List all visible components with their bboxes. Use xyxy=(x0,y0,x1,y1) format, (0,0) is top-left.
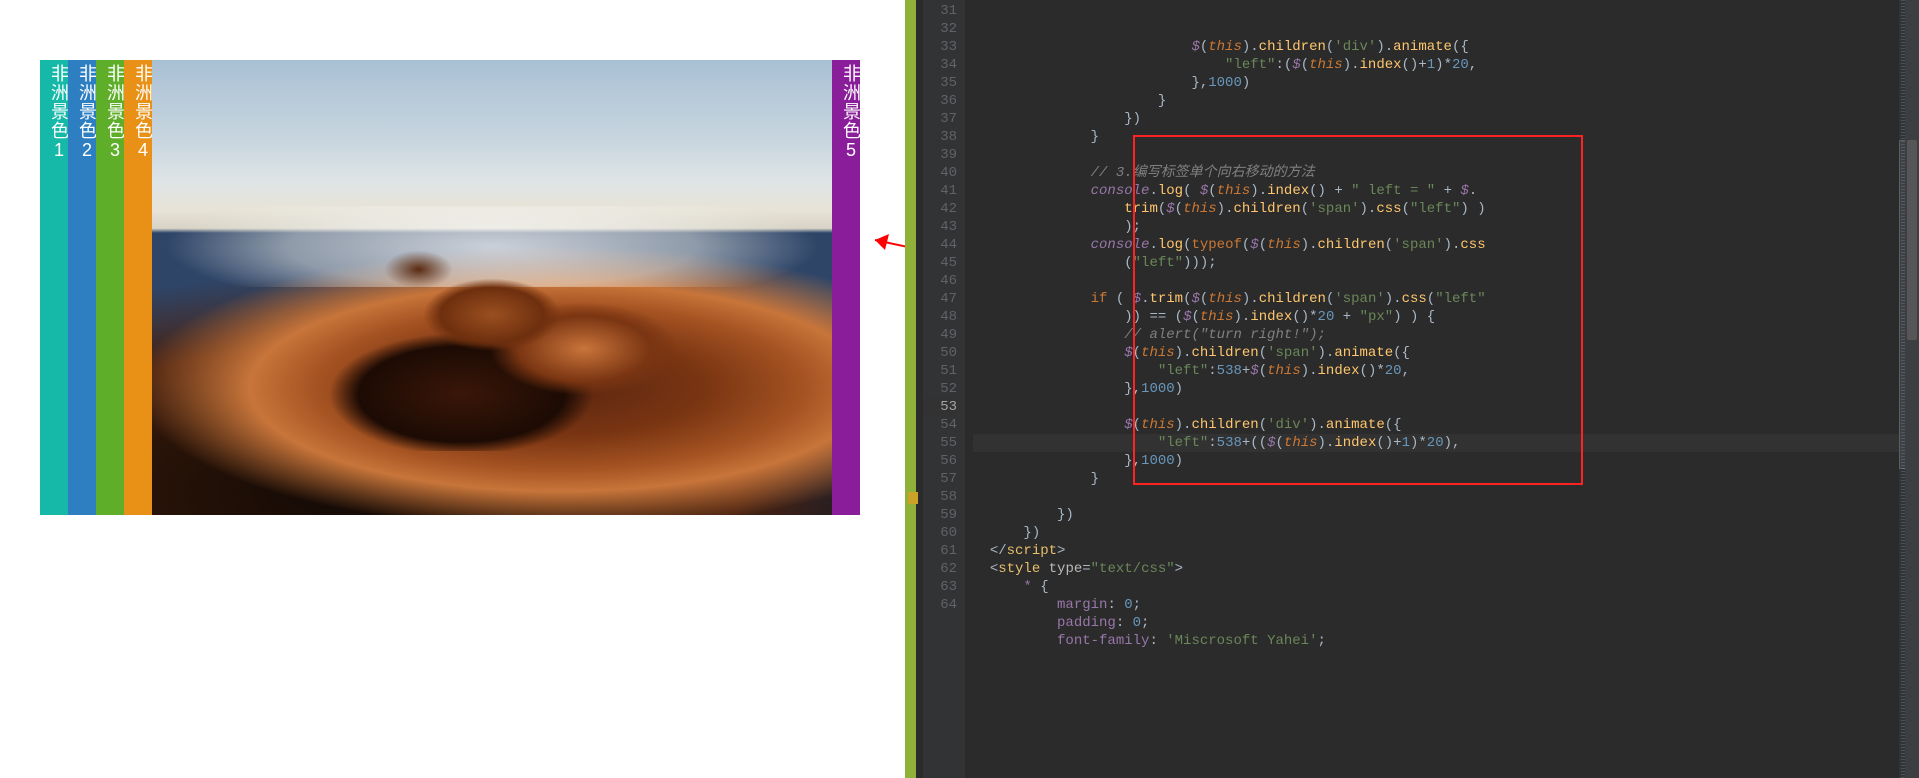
accordion-tab-1[interactable]: 非洲景色1 xyxy=(40,60,68,515)
code-line[interactable]: // 3.编写标签单个向右移动的方法 xyxy=(973,164,1899,182)
code-line[interactable]: "left":538+(($(this).index()+1)*20), xyxy=(973,434,1899,452)
code-line[interactable]: ("left"))); xyxy=(973,254,1899,272)
code-line[interactable]: },1000) xyxy=(973,380,1899,398)
code-line[interactable]: $(this).children('div').animate({ xyxy=(973,38,1899,56)
code-line[interactable] xyxy=(973,146,1899,164)
code-line[interactable]: },1000) xyxy=(973,452,1899,470)
tab-label: 非洲景色3 xyxy=(96,64,124,161)
accordion-tab-4[interactable]: 非洲景色4 xyxy=(124,60,152,515)
code-line[interactable]: font-family: 'Miscrosoft Yahei'; xyxy=(973,632,1899,650)
code-line[interactable]: $(this).children('div').animate({ xyxy=(973,416,1899,434)
code-line[interactable]: console.log( $(this).index() + " left = … xyxy=(973,182,1899,200)
code-line[interactable]: margin: 0; xyxy=(973,596,1899,614)
code-line[interactable]: "left":($(this).index()+1)*20, xyxy=(973,56,1899,74)
code-line[interactable]: trim($(this).children('span').css("left"… xyxy=(973,200,1899,218)
code-line[interactable]: } xyxy=(973,470,1899,488)
code-line[interactable]: "left":538+$(this).index()*20, xyxy=(973,362,1899,380)
tab-label: 非洲景色5 xyxy=(832,64,860,161)
code-line[interactable]: },1000) xyxy=(973,74,1899,92)
code-line[interactable]: $(this).children('span').animate({ xyxy=(973,344,1899,362)
code-line[interactable]: * { xyxy=(973,578,1899,596)
code-line[interactable]: </script> xyxy=(973,542,1899,560)
code-line[interactable]: padding: 0; xyxy=(973,614,1899,632)
accordion-gallery[interactable]: 非洲景色1 非洲景色2 非洲景色3 非洲景色4 非洲景色5 xyxy=(40,60,860,515)
code-editor: 3132333435363738394041424344454647484950… xyxy=(905,0,1919,778)
tab-label: 非洲景色4 xyxy=(124,64,152,161)
vertical-scrollbar[interactable] xyxy=(1905,0,1919,778)
line-number-gutter[interactable]: 3132333435363738394041424344454647484950… xyxy=(923,0,965,778)
tab-label: 非洲景色1 xyxy=(40,64,68,161)
code-area[interactable]: $(this).children('div').animate({ "left"… xyxy=(965,0,1899,778)
accordion-tab-2[interactable]: 非洲景色2 xyxy=(68,60,96,515)
code-line[interactable]: if ( $.trim($(this).children('span').css… xyxy=(973,290,1899,308)
code-line[interactable] xyxy=(973,398,1899,416)
accordion-tab-3[interactable]: 非洲景色3 xyxy=(96,60,124,515)
code-line[interactable]: } xyxy=(973,128,1899,146)
code-line[interactable]: } xyxy=(973,92,1899,110)
code-line[interactable] xyxy=(973,488,1899,506)
code-line[interactable]: }) xyxy=(973,110,1899,128)
code-line[interactable]: )) == ($(this).index()*20 + "px") ) { xyxy=(973,308,1899,326)
browser-preview-panel: 非洲景色1 非洲景色2 非洲景色3 非洲景色4 非洲景色5 xyxy=(0,0,905,778)
code-line[interactable] xyxy=(973,272,1899,290)
accordion-tab-5[interactable]: 非洲景色5 xyxy=(832,60,860,515)
code-line[interactable]: <style type="text/css"> xyxy=(973,560,1899,578)
code-line[interactable]: ); xyxy=(973,218,1899,236)
scrollbar-thumb[interactable] xyxy=(1907,140,1917,340)
code-line[interactable]: }) xyxy=(973,506,1899,524)
accordion-active-image[interactable] xyxy=(152,60,832,515)
code-line[interactable]: // alert("turn right!"); xyxy=(973,326,1899,344)
code-line[interactable]: console.log(typeof($(this).children('spa… xyxy=(973,236,1899,254)
fold-gutter[interactable] xyxy=(905,0,923,778)
code-line[interactable]: }) xyxy=(973,524,1899,542)
tab-label: 非洲景色2 xyxy=(68,64,96,161)
